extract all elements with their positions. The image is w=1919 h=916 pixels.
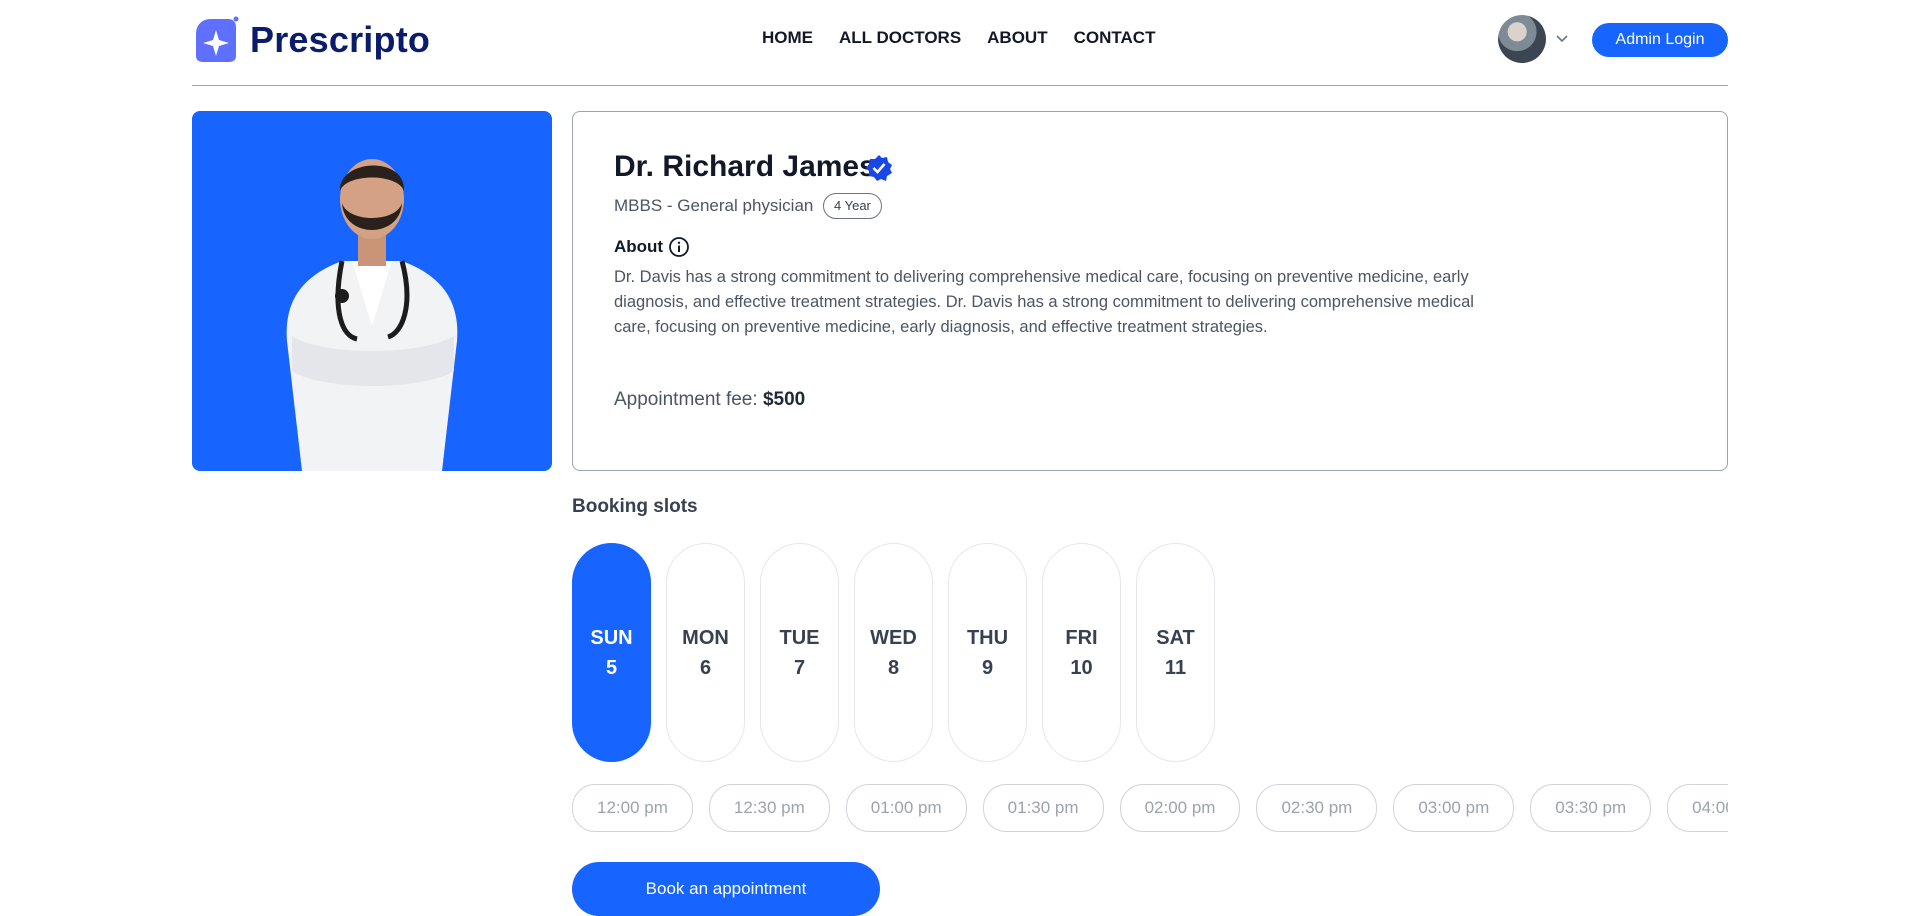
day-slot-thu[interactable]: THU 9 (948, 543, 1027, 762)
nav-contact[interactable]: CONTACT (1074, 28, 1156, 48)
day-date: 11 (1164, 656, 1187, 679)
day-name: SUN (590, 626, 633, 649)
doctor-degree: MBBS - General physician (614, 196, 814, 215)
avatar[interactable] (1498, 15, 1546, 63)
experience-badge: 4 Year (823, 193, 882, 219)
day-date: 10 (1070, 656, 1093, 679)
verified-badge-icon (866, 155, 892, 181)
main-menu: HOME ALL DOCTORS ABOUT CONTACT (762, 28, 1155, 48)
about-heading: About (614, 237, 664, 256)
nav-about[interactable]: ABOUT (987, 28, 1047, 48)
day-date: 8 (887, 656, 900, 679)
day-name: FRI (1065, 626, 1098, 649)
time-slot[interactable]: 03:00 pm (1393, 784, 1515, 832)
day-date: 9 (981, 656, 994, 679)
time-slot[interactable]: 02:00 pm (1119, 784, 1241, 832)
book-appointment-button[interactable]: Book an appointment (572, 862, 880, 916)
time-slot-scroller[interactable]: 12:00 pm 12:30 pm 01:00 pm 01:30 pm 02:0… (572, 784, 1728, 832)
brand-name: Prescripto (250, 19, 431, 60)
about-text: Dr. Davis has a strong commitment to del… (614, 268, 1474, 336)
day-date: 6 (699, 656, 712, 679)
time-slot[interactable]: 04:00 pm (1667, 784, 1728, 832)
appointment-fee: Appointment fee: $500 (614, 389, 805, 411)
day-slot-fri[interactable]: FRI 10 (1042, 543, 1121, 762)
logo[interactable]: Prescripto (192, 16, 430, 64)
admin-login-button[interactable]: Admin Login (1592, 23, 1728, 57)
day-slot-wed[interactable]: WED 8 (854, 543, 933, 762)
day-slot-mon[interactable]: MON 6 (666, 543, 745, 762)
time-slot[interactable]: 12:00 pm (572, 784, 693, 832)
time-slot[interactable]: 01:30 pm (982, 784, 1104, 832)
time-slot[interactable]: 03:30 pm (1530, 784, 1652, 832)
day-slot-sun[interactable]: SUN 5 (572, 543, 651, 762)
day-slot-tue[interactable]: TUE 7 (760, 543, 839, 762)
fee-value: $500 (762, 389, 806, 410)
day-name: THU (966, 626, 1009, 649)
day-name: MON (682, 626, 729, 649)
day-slot-sat[interactable]: SAT 11 (1136, 543, 1215, 762)
day-selector: SUN 5 MON 6 TUE 7 WED 8 THU 9 FRI 10 SAT… (572, 543, 1215, 762)
navbar: Prescripto HOME ALL DOCTORS ABOUT CONTAC… (192, 0, 1728, 86)
time-slot[interactable]: 12:30 pm (708, 784, 830, 832)
doctor-photo (192, 111, 552, 471)
day-date: 7 (793, 656, 806, 679)
fee-label: Appointment fee: (614, 389, 758, 410)
time-slot[interactable]: 02:30 pm (1256, 784, 1378, 832)
time-slot-row: 12:00 pm 12:30 pm 01:00 pm 01:30 pm 02:0… (572, 784, 1728, 832)
info-icon (669, 237, 689, 257)
doctor-info-card: Dr. Richard James MBBS - General physici… (572, 111, 1728, 471)
doctor-illustration (286, 159, 458, 471)
day-date: 5 (605, 656, 618, 679)
booking-slots-heading: Booking slots (572, 496, 698, 517)
nav-home[interactable]: HOME (762, 28, 813, 48)
doctor-name: Dr. Richard James (614, 150, 876, 183)
logo-icon (196, 16, 239, 62)
day-name: WED (870, 626, 917, 649)
time-slot[interactable]: 01:00 pm (845, 784, 967, 832)
nav-all-doctors[interactable]: ALL DOCTORS (839, 28, 961, 48)
day-name: SAT (1156, 626, 1195, 649)
chevron-down-icon[interactable] (1554, 30, 1570, 46)
day-name: TUE (779, 626, 820, 649)
